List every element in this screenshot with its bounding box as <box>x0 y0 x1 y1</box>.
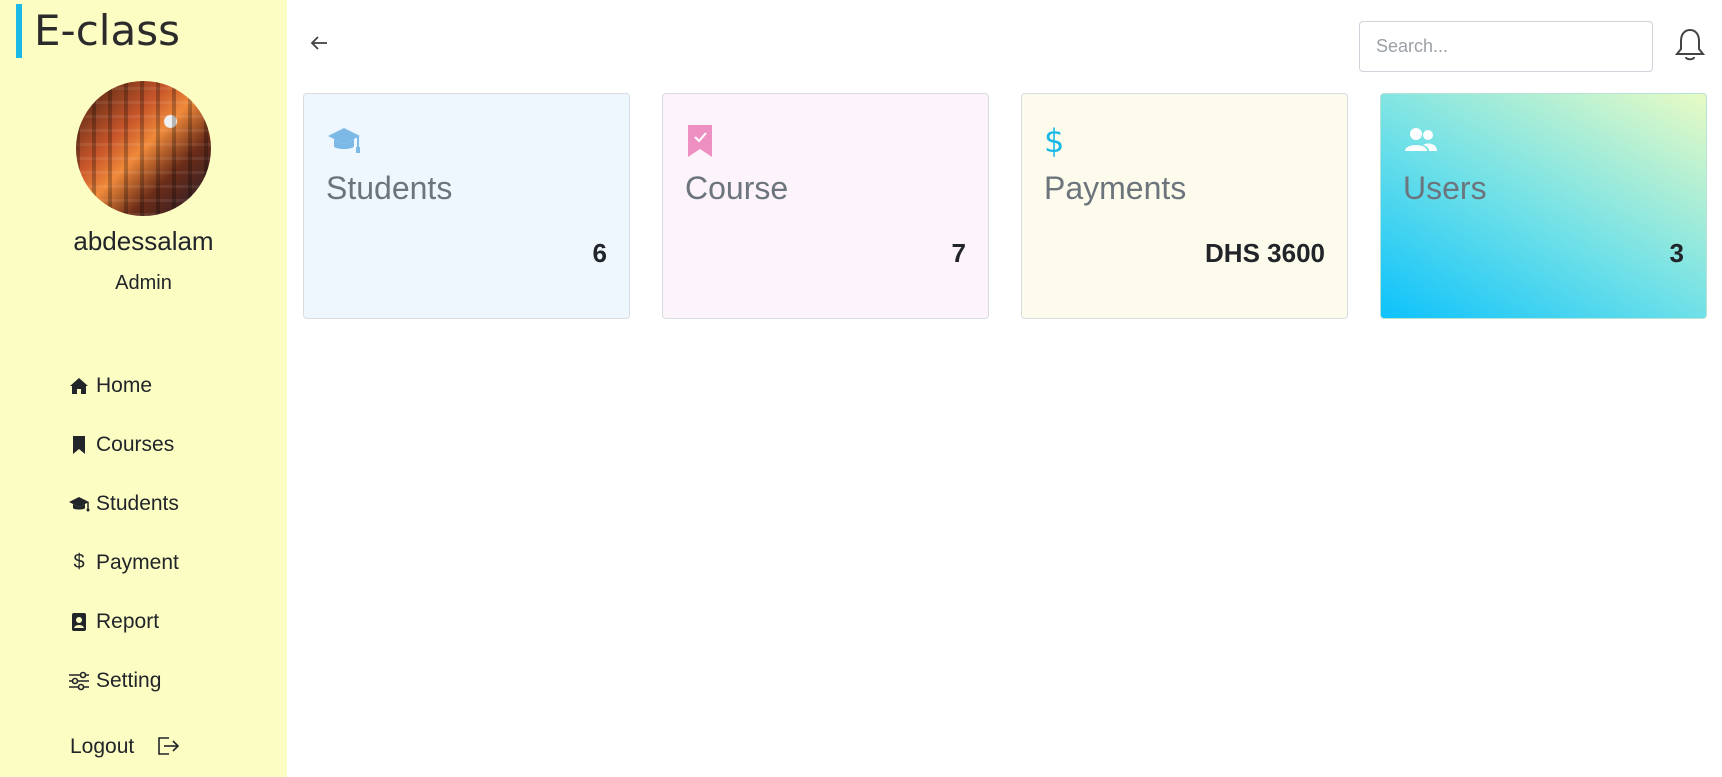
dollar-icon: $ <box>73 551 85 573</box>
card-value: 6 <box>592 238 607 268</box>
graduation-cap-icon <box>326 124 360 158</box>
sidebar-item-students[interactable]: Students <box>68 474 179 533</box>
sidebar-nav: Home Courses Students $ Payment Report S… <box>68 356 179 710</box>
bookmark-check-icon <box>685 124 719 158</box>
logout-button[interactable]: Logout <box>70 735 180 759</box>
sliders-icon <box>68 670 90 692</box>
app-root: E-class abdessalam Admin Home Courses St… <box>0 0 1722 777</box>
brand-title: E-class <box>16 4 180 58</box>
card-users[interactable]: Users 3 <box>1380 93 1707 319</box>
user-name: abdessalam <box>73 226 214 256</box>
card-title: Students <box>326 170 453 206</box>
bell-icon[interactable] <box>1674 27 1706 63</box>
sidebar-item-report[interactable]: Report <box>68 592 179 651</box>
card-value: DHS 3600 <box>1205 238 1325 268</box>
sidebar-item-label: Home <box>96 373 153 397</box>
avatar[interactable] <box>76 81 211 216</box>
logout-icon <box>156 735 180 759</box>
sidebar-item-label: Setting <box>96 668 162 692</box>
users-icon <box>1403 124 1437 158</box>
user-role: Admin <box>115 272 172 294</box>
graduation-cap-icon <box>68 493 90 515</box>
sidebar: E-class abdessalam Admin Home Courses St… <box>0 0 287 777</box>
sidebar-item-home[interactable]: Home <box>68 356 179 415</box>
card-title: Payments <box>1044 170 1187 206</box>
sidebar-item-label: Payment <box>96 550 179 574</box>
dollar-icon: $ <box>1044 122 1065 160</box>
sidebar-item-courses[interactable]: Courses <box>68 415 179 474</box>
sidebar-item-label: Courses <box>96 432 175 456</box>
sidebar-item-label: Students <box>96 491 179 515</box>
sidebar-item-label: Report <box>96 609 160 633</box>
card-course[interactable]: Course 7 <box>662 93 989 319</box>
back-arrow-icon[interactable] <box>308 32 330 54</box>
sidebar-item-setting[interactable]: Setting <box>68 651 179 710</box>
card-title: Users <box>1403 170 1487 206</box>
card-value: 3 <box>1669 238 1684 268</box>
home-icon <box>68 375 90 397</box>
report-icon <box>68 611 90 633</box>
card-students[interactable]: Students 6 <box>303 93 630 319</box>
card-value: 7 <box>951 238 966 268</box>
card-title: Course <box>685 170 789 206</box>
search-input[interactable] <box>1359 21 1653 72</box>
sidebar-item-payment[interactable]: $ Payment <box>68 533 179 592</box>
card-payments[interactable]: $ Payments DHS 3600 <box>1021 93 1348 319</box>
logout-label: Logout <box>70 735 135 758</box>
bookmark-icon <box>68 434 90 456</box>
